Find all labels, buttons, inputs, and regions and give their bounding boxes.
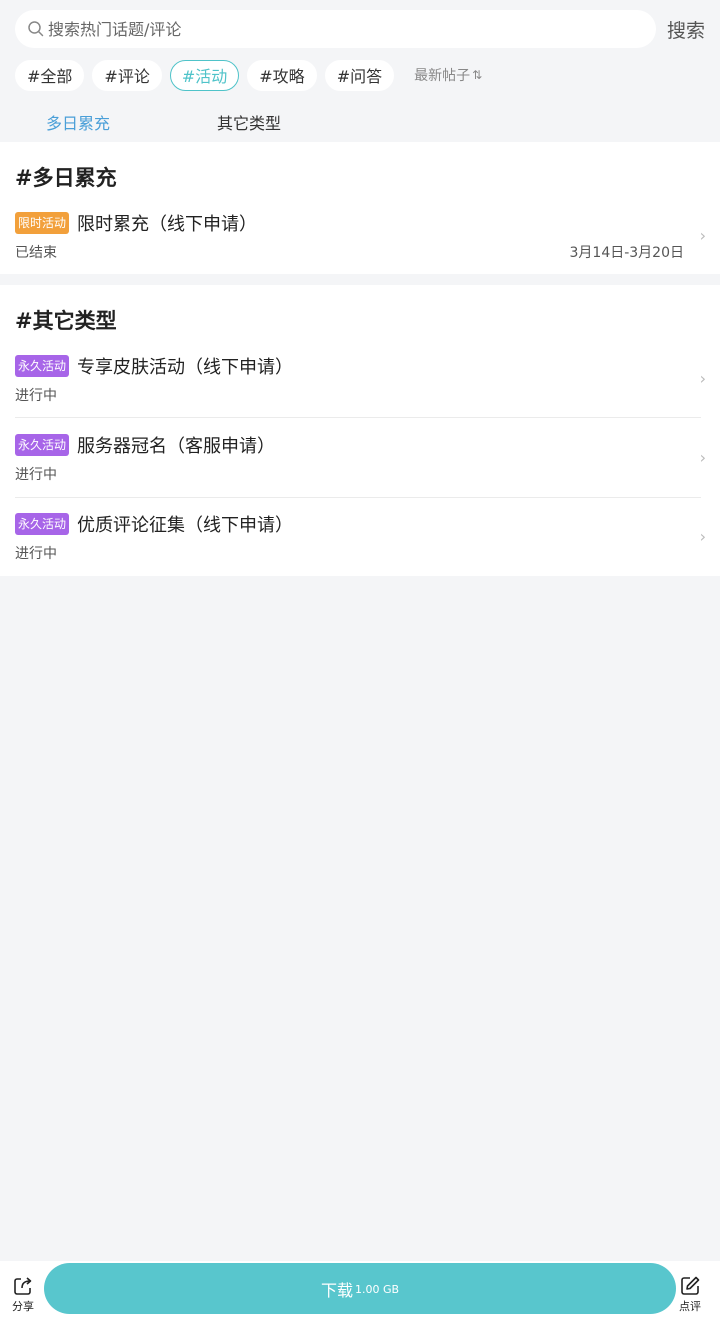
topic-tags: #全部 #评论 #活动 #攻略 #问答 最新帖子 ⇅ (15, 59, 482, 91)
tag-all[interactable]: #全部 (15, 59, 85, 91)
subtab-other-types[interactable]: 其它类型 (217, 110, 281, 134)
tag-qa[interactable]: #问答 (324, 59, 395, 91)
edit-icon (681, 1276, 700, 1295)
section-other-types: #其它类型 永久活动 专享皮肤活动（线下申请） 进行中 › 永久活动 服务器冠名… (0, 285, 720, 576)
divider (15, 497, 701, 498)
sort-label: 最新帖子 (414, 68, 471, 84)
share-button[interactable]: 分享 (12, 1275, 34, 1314)
sort-toggle[interactable]: 最新帖子 ⇅ (414, 65, 482, 85)
item-title: 优质评论征集（线下申请） (77, 515, 293, 536)
item-status: 已结束 (15, 245, 57, 261)
status-badge: 永久活动 (15, 513, 70, 535)
section-multi-day-recharge: #多日累充 限时活动 限时累充（线下申请） 已结束 3月14日-3月20日 › (0, 142, 720, 274)
review-label: 点评 (679, 1300, 701, 1313)
status-badge: 限时活动 (15, 212, 70, 234)
section-title: #多日累充 (15, 166, 117, 190)
divider (15, 417, 701, 418)
review-button[interactable]: 点评 (679, 1275, 701, 1314)
tag-review[interactable]: #评论 (92, 59, 162, 91)
list-item[interactable]: 永久活动 服务器冠名（客服申请） 进行中 › (0, 434, 720, 514)
item-title: 限时累充（线下申请） (77, 214, 257, 235)
item-date: 3月14日-3月20日 (569, 245, 685, 261)
item-title: 服务器冠名（客服申请） (77, 436, 275, 457)
item-title: 专享皮肤活动（线下申请） (77, 357, 293, 378)
status-badge: 永久活动 (15, 434, 70, 456)
search-box[interactable] (15, 10, 656, 48)
download-size: 1.00 GB (354, 1283, 400, 1296)
item-status: 进行中 (15, 467, 57, 483)
search-row: 搜索 (0, 0, 720, 58)
item-status: 进行中 (15, 388, 57, 404)
status-badge: 永久活动 (15, 355, 70, 377)
list-item[interactable]: 永久活动 专享皮肤活动（线下申请） 进行中 › (0, 355, 720, 435)
download-button[interactable]: 下载 1.00 GB (44, 1263, 676, 1314)
chevron-right-icon: › (699, 369, 706, 388)
tag-activity[interactable]: #活动 (169, 59, 240, 91)
list-item[interactable]: 永久活动 优质评论征集（线下申请） 进行中 › (0, 513, 720, 593)
search-button[interactable]: 搜索 (667, 16, 705, 43)
sub-tabs: 多日累充 其它类型 (0, 104, 720, 138)
share-label: 分享 (12, 1300, 34, 1313)
section-title: #其它类型 (15, 309, 117, 333)
item-status: 进行中 (15, 546, 57, 562)
chevron-right-icon: › (699, 226, 706, 245)
tag-guide[interactable]: #攻略 (247, 59, 317, 91)
sort-arrows-icon: ⇅ (472, 68, 483, 82)
chevron-right-icon: › (699, 527, 706, 546)
download-label: 下载 (320, 1280, 353, 1300)
bottom-bar: 分享 下载 1.00 GB 点评 (0, 1261, 720, 1321)
chevron-right-icon: › (699, 448, 706, 467)
list-item[interactable]: 限时活动 限时累充（线下申请） 已结束 3月14日-3月20日 › (0, 212, 720, 292)
subtab-multi-day-recharge[interactable]: 多日累充 (46, 110, 110, 134)
search-input[interactable] (48, 19, 628, 39)
search-icon (28, 21, 44, 37)
share-icon (14, 1277, 32, 1295)
